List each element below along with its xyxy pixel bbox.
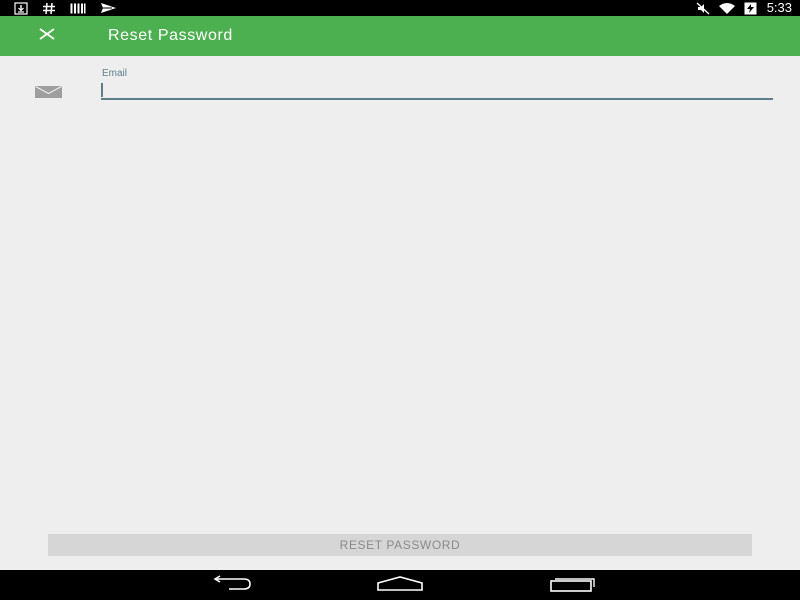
back-icon (207, 574, 251, 596)
wifi-icon (718, 2, 736, 15)
app-bar: Reset Password (0, 16, 800, 56)
navigation-bar (0, 570, 800, 600)
reset-password-button[interactable]: RESET PASSWORD (48, 534, 752, 556)
status-clock: 5:33 (766, 0, 792, 15)
status-system: 5:33 (688, 1, 792, 15)
email-field[interactable] (101, 80, 773, 100)
mail-icon (35, 85, 62, 103)
email-row: Email (0, 56, 800, 106)
barcode-icon (70, 3, 86, 14)
page-title: Reset Password (108, 27, 233, 44)
home-button[interactable] (375, 575, 425, 595)
home-icon (376, 575, 424, 596)
status-bar: 5:33 (0, 0, 800, 16)
battery-charging-icon (744, 2, 757, 15)
close-button[interactable] (36, 25, 58, 47)
download-icon (14, 1, 28, 15)
recents-button[interactable] (547, 575, 597, 595)
email-label: Email (102, 68, 128, 79)
text-cursor (101, 83, 103, 97)
close-icon (39, 27, 55, 45)
send-icon (100, 2, 117, 14)
mute-icon (696, 2, 710, 15)
back-button[interactable] (206, 574, 252, 596)
recents-icon (548, 574, 596, 597)
status-notifications (14, 1, 131, 15)
hash-icon (42, 2, 56, 15)
